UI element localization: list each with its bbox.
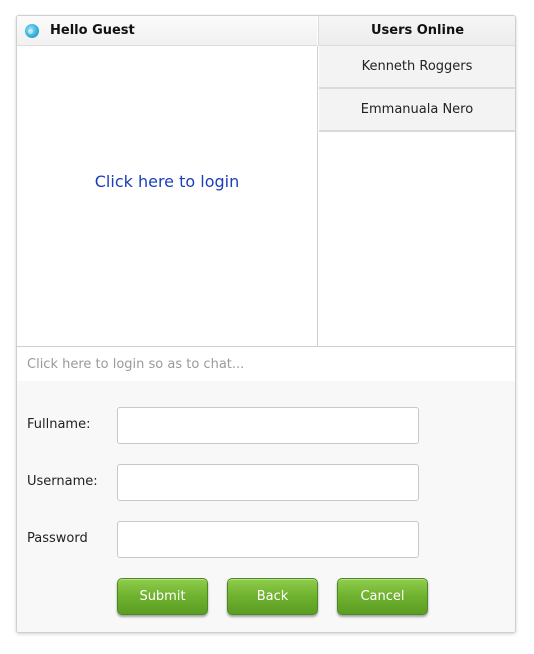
chat-widget: Hello Guest Users Online Click here to l… bbox=[16, 15, 516, 633]
chat-title: Hello Guest bbox=[50, 23, 135, 38]
chat-messages-area: Click here to login bbox=[17, 46, 317, 346]
password-label: Password bbox=[27, 531, 88, 546]
user-name: Emmanuala Nero bbox=[360, 102, 474, 117]
username-label: Username: bbox=[27, 474, 98, 489]
cancel-button[interactable]: Cancel bbox=[337, 578, 428, 615]
user-name: Kenneth Roggers bbox=[361, 59, 473, 74]
globe-icon bbox=[25, 23, 39, 38]
users-online-header: Users Online bbox=[318, 16, 515, 46]
fullname-label: Fullname: bbox=[27, 417, 91, 432]
user-list-item[interactable]: Emmanuala Nero bbox=[319, 89, 515, 132]
username-input[interactable] bbox=[117, 464, 419, 501]
fullname-input[interactable] bbox=[117, 407, 419, 444]
user-list-item[interactable]: Kenneth Roggers bbox=[319, 46, 515, 89]
chat-message-input[interactable]: Click here to login so as to chat... bbox=[17, 346, 515, 381]
back-button[interactable]: Back bbox=[227, 578, 318, 615]
chat-header: Hello Guest bbox=[17, 16, 317, 46]
submit-button[interactable]: Submit bbox=[117, 578, 208, 615]
login-link[interactable]: Click here to login bbox=[95, 172, 239, 191]
users-online-list: Kenneth Roggers Emmanuala Nero bbox=[317, 46, 515, 346]
password-input[interactable] bbox=[117, 521, 419, 558]
login-form: Fullname: Username: Password Submit Back… bbox=[17, 381, 515, 632]
